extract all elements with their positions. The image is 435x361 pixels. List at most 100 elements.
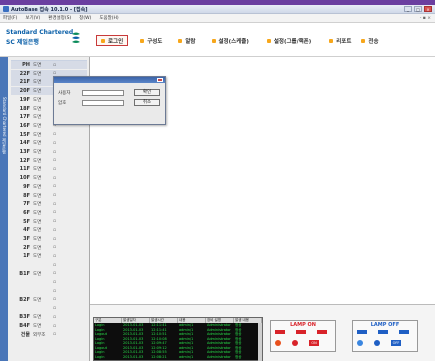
nav-schedule-settings[interactable]: 설정(스케줄)	[208, 35, 253, 46]
floor-map-icon[interactable]: ▫	[53, 324, 59, 329]
floor-name: 6F	[23, 209, 30, 216]
floor-map-icon[interactable]: ▫	[53, 263, 59, 268]
event-log-scrollbar[interactable]	[258, 323, 262, 361]
nav-login[interactable]: 로그인	[96, 35, 129, 46]
floor-row[interactable]: ▫	[11, 287, 87, 295]
password-input[interactable]	[82, 100, 124, 106]
floor-row[interactable]: 6F 도면 ▫	[11, 209, 87, 217]
nav-bullet-icon	[211, 38, 216, 43]
floor-row[interactable]: B4F 도면 ▫	[11, 322, 87, 330]
floor-row[interactable]: 14F 도면 ▫	[11, 139, 87, 147]
user-input[interactable]	[82, 90, 124, 96]
floor-row[interactable]: B2F 도면 ▫	[11, 296, 87, 304]
close-button[interactable]: ×	[424, 6, 432, 12]
minimize-button[interactable]: _	[404, 6, 412, 12]
app-header: Standard Chartered SC 제일은행 로그인 구성도 알람 설정…	[0, 23, 435, 57]
floor-row[interactable]: 13F 도면 ▫	[11, 148, 87, 156]
dialog-close-icon[interactable]	[157, 78, 163, 82]
floor-name: 19F	[19, 96, 30, 103]
floor-row[interactable]: 3F 도면 ▫	[11, 235, 87, 243]
lamp-on-chip[interactable]	[275, 330, 285, 334]
floor-map-icon[interactable]: ▫	[53, 184, 59, 189]
floor-map-icon[interactable]: ▫	[53, 254, 59, 259]
lamp-off-chip[interactable]	[378, 330, 388, 334]
lamp-off-chip[interactable]	[399, 330, 409, 334]
floor-row[interactable]: 4F 도면 ▫	[11, 226, 87, 234]
floor-status: 도면	[33, 228, 42, 234]
menu-more-icon[interactable]: - ▪ ×	[420, 16, 431, 21]
ok-button[interactable]: 확인	[134, 89, 160, 96]
floor-map-icon[interactable]: ▫	[53, 228, 59, 233]
floor-row[interactable]: PH 도면 ▫	[11, 61, 87, 69]
menu-view[interactable]: 보기(V)	[25, 15, 40, 21]
lamp-off-chip[interactable]	[357, 330, 367, 334]
lamp-off-dot-icon[interactable]	[357, 340, 363, 346]
floor-map-icon[interactable]: ▫	[53, 315, 59, 320]
floor-map-icon[interactable]: ▫	[53, 150, 59, 155]
menu-file[interactable]: 파일(F)	[3, 15, 17, 21]
menu-window[interactable]: 창(W)	[79, 15, 91, 21]
floor-map-icon[interactable]: ▫	[53, 141, 59, 146]
floor-row[interactable]: ▫	[11, 305, 87, 313]
floor-name: 16F	[19, 122, 30, 129]
cancel-button[interactable]: 취소	[134, 99, 160, 106]
floor-map-icon[interactable]: ▫	[53, 245, 59, 250]
floor-map-icon[interactable]: ▫	[53, 237, 59, 242]
floor-row[interactable]: 8F 도면 ▫	[11, 192, 87, 200]
floor-row[interactable]: 1F 도면 ▫	[11, 252, 87, 260]
floor-row[interactable]: ▫	[11, 279, 87, 287]
floor-status: 도면	[33, 167, 42, 173]
nav-report[interactable]: 리포트	[325, 35, 355, 46]
floor-map-icon[interactable]: ▫	[53, 167, 59, 172]
lamp-on-chip[interactable]	[296, 330, 306, 334]
floor-map-icon[interactable]: ▫	[53, 297, 59, 302]
floor-row[interactable]: B1F 도면 ▫	[11, 270, 87, 278]
floor-row[interactable]: B3F 도면 ▫	[11, 313, 87, 321]
floor-row[interactable]: 건물 외부조 ▫	[11, 331, 87, 339]
floor-map-icon[interactable]: ▫	[53, 306, 59, 311]
floor-map-icon[interactable]: ▫	[53, 271, 59, 276]
maximize-button[interactable]: □	[414, 6, 422, 12]
floor-row[interactable]: 11F 도면 ▫	[11, 165, 87, 173]
floor-row[interactable]: 10F 도면 ▫	[11, 174, 87, 182]
floor-row[interactable]: 12F 도면 ▫	[11, 157, 87, 165]
floor-name: 12F	[19, 157, 30, 164]
floor-map-icon[interactable]: ▫	[53, 202, 59, 207]
floor-map-icon[interactable]: ▫	[53, 176, 59, 181]
floor-map-icon[interactable]: ▫	[53, 63, 59, 68]
lamp-off-toggle[interactable]: OFF	[391, 340, 401, 346]
floor-row[interactable]: 9F 도면 ▫	[11, 183, 87, 191]
floor-status: 외부조	[33, 332, 46, 338]
main-nav: 로그인 구성도 알람 설정(스케줄) 설정(그룹/핵폰) 리포트 전송	[96, 35, 383, 46]
event-row[interactable]: Login 2013-01-03 12:08:21 admin/1 Administra…	[94, 355, 262, 360]
floor-map-icon[interactable]: ▫	[53, 332, 59, 337]
nav-bullet-icon	[178, 38, 183, 43]
lamp-off-dot-icon[interactable]	[374, 340, 380, 346]
floor-row[interactable]: 15F 도면 ▫	[11, 131, 87, 139]
nav-transfer[interactable]: 전송	[357, 35, 382, 46]
floor-name: 15F	[19, 131, 30, 138]
app-icon	[3, 6, 9, 12]
floor-map-icon[interactable]: ▫	[53, 158, 59, 163]
floor-map-icon[interactable]: ▫	[53, 210, 59, 215]
bank-logo: Standard Chartered SC 제일은행	[6, 29, 82, 51]
lamp-on-toggle[interactable]: ON	[309, 340, 319, 346]
lamp-on-dot-icon[interactable]	[275, 340, 281, 346]
floor-row[interactable]: 5F 도면 ▫	[11, 218, 87, 226]
lamp-on-chip[interactable]	[317, 330, 327, 334]
floor-map-icon[interactable]: ▫	[53, 289, 59, 294]
nav-alarm[interactable]: 알람	[174, 35, 199, 46]
floor-status: 도면	[33, 71, 42, 77]
menu-settings[interactable]: 환경설정(S)	[48, 15, 71, 21]
floor-map-icon[interactable]: ▫	[53, 193, 59, 198]
floor-row[interactable]: 7F 도면 ▫	[11, 200, 87, 208]
menu-help[interactable]: 도움말(H)	[99, 15, 118, 21]
floor-row[interactable]: 2F 도면 ▫	[11, 244, 87, 252]
floor-map-icon[interactable]: ▫	[53, 132, 59, 137]
floor-map-icon[interactable]: ▫	[53, 219, 59, 224]
lamp-on-dot-icon[interactable]	[292, 340, 298, 346]
nav-group-settings[interactable]: 설정(그룹/핵폰)	[263, 35, 315, 46]
nav-layout[interactable]: 구성도	[136, 35, 166, 46]
floor-map-icon[interactable]: ▫	[53, 280, 59, 285]
floor-row[interactable]: ▫	[11, 261, 87, 269]
